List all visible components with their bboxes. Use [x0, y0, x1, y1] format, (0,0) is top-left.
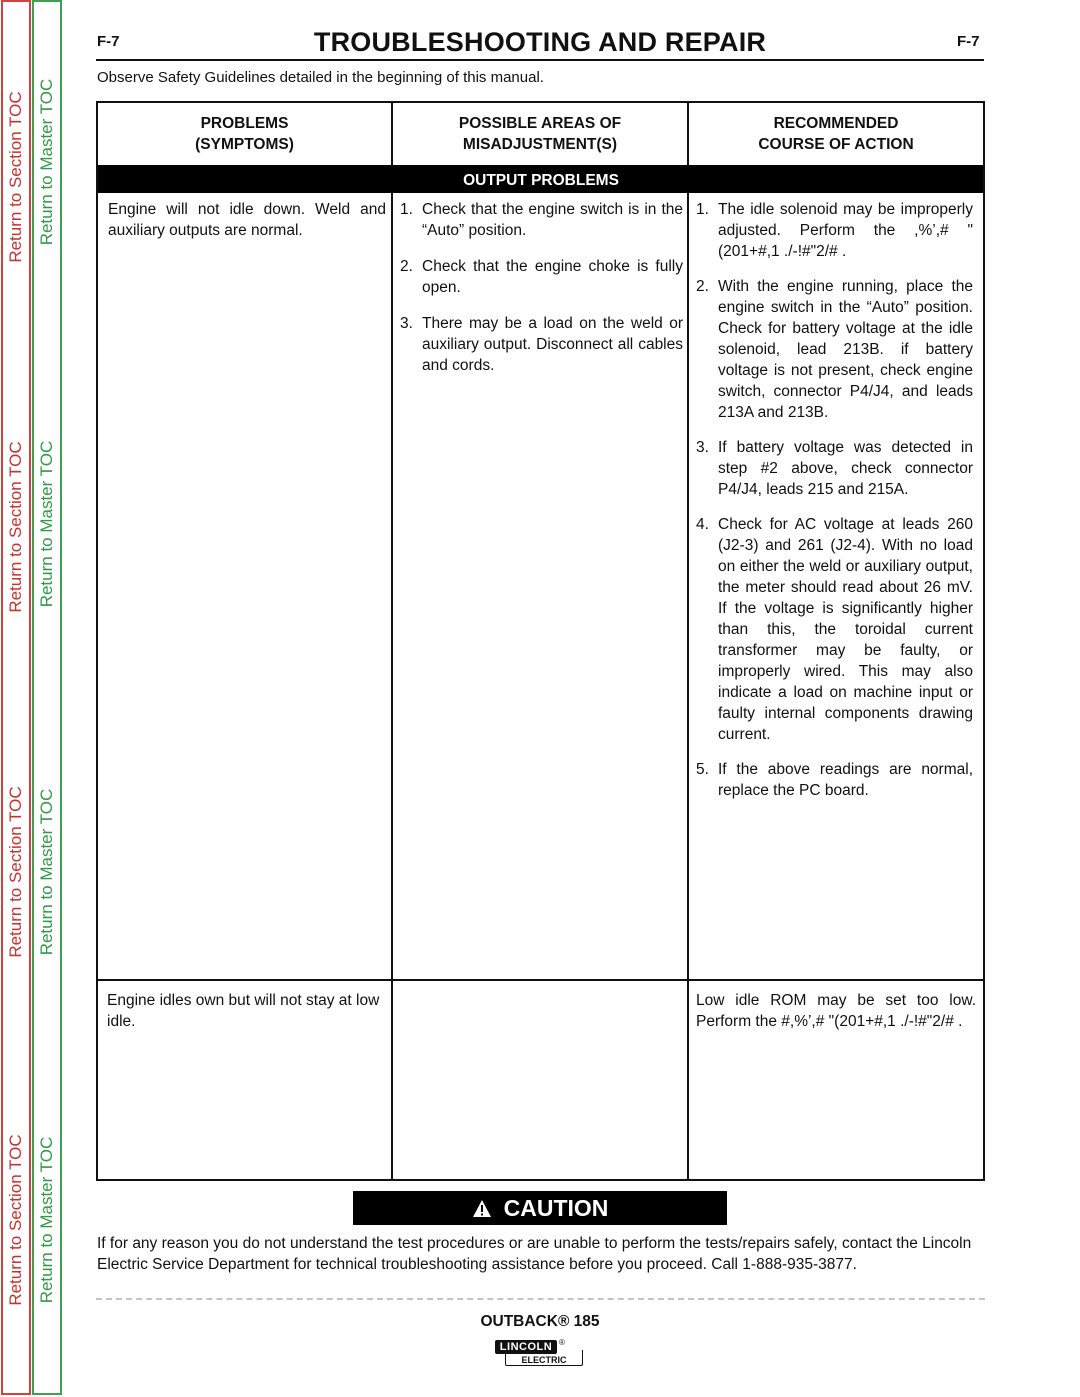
title-divider — [96, 59, 984, 61]
header-line: MISADJUSTMENT(S) — [462, 136, 618, 153]
step-text: Check that the engine choke is fully ope… — [422, 258, 683, 296]
step-number: 1. — [400, 201, 413, 218]
header-problems: PROBLEMS (SYMPTOMS) — [98, 113, 391, 155]
header-line: PROBLEMS — [200, 115, 289, 132]
warning-icon — [472, 1193, 492, 1228]
caution-text: If for any reason you do not understand … — [97, 1235, 972, 1273]
column-divider — [391, 103, 393, 1179]
return-to-master-toc-link[interactable]: Return to Master TOC — [37, 441, 57, 608]
section-band: OUTPUT PROBLEMS — [98, 165, 983, 193]
return-to-master-toc-link[interactable]: Return to Master TOC — [37, 79, 57, 246]
return-to-master-toc-link[interactable]: Return to Master TOC — [37, 789, 57, 956]
column-divider — [687, 103, 689, 1179]
lincoln-electric-logo: LINCOLN ® ELECTRIC — [495, 1338, 590, 1370]
areas-cell: 1. Check that the engine switch is in the… — [400, 199, 683, 391]
step-text: Check that the engine switch is in the “… — [422, 201, 683, 239]
step-text: Check for AC voltage at leads 260 (J2-3)… — [718, 516, 973, 743]
list-item: 3. There may be a load on the weld or aux… — [400, 313, 683, 376]
problem-cell: Engine will not idle down. Weld and auxi… — [108, 201, 386, 239]
master-toc-strip: Return to Master TOC Return to Master TO… — [32, 0, 62, 1395]
caution-label: CAUTION — [503, 1195, 609, 1221]
list-item: 4. Check for AC voltage at leads 260 (J2-… — [696, 514, 973, 745]
step-text: If the above readings are normal, replac… — [718, 761, 973, 799]
header-line: COURSE OF ACTION — [758, 136, 914, 153]
action-cell: Low idle ROM may be set too low. Perform… — [696, 992, 976, 1030]
logo-bottom: ELECTRIC — [505, 1350, 583, 1366]
problem-cell: Engine idles own but will not stay at lo… — [107, 992, 380, 1030]
step-text: With the engine running, place the engin… — [718, 278, 973, 421]
list-item: 5. If the above readings are normal, repl… — [696, 759, 973, 801]
step-number: 1. — [696, 201, 709, 218]
step-number: 2. — [400, 258, 413, 275]
header-recommended-action: RECOMMENDED COURSE OF ACTION — [689, 113, 983, 155]
step-number: 3. — [400, 315, 413, 332]
step-text: There may be a load on the weld or auxil… — [422, 315, 683, 374]
logo-registered-mark: ® — [559, 1338, 565, 1347]
return-to-section-toc-link[interactable]: Return to Section TOC — [6, 91, 26, 262]
header-possible-areas: POSSIBLE AREAS OF MISADJUSTMENT(S) — [393, 113, 687, 155]
list-item: 1. Check that the engine switch is in the… — [400, 199, 683, 241]
page-title: TROUBLESHOOTING AND REPAIR — [313, 27, 767, 57]
return-to-section-toc-link[interactable]: Return to Section TOC — [6, 441, 26, 612]
list-item: 1. The idle solenoid may be improperly ad… — [696, 199, 973, 262]
caution-banner: CAUTION — [353, 1191, 727, 1225]
troubleshooting-table: PROBLEMS (SYMPTOMS) POSSIBLE AREAS OF MI… — [96, 101, 985, 1181]
header-line: POSSIBLE AREAS OF — [458, 115, 622, 132]
action-cell: 1. The idle solenoid may be improperly ad… — [696, 199, 973, 815]
row-divider — [98, 979, 983, 981]
list-item: 3. If battery voltage was detected in ste… — [696, 437, 973, 500]
step-number: 5. — [696, 761, 709, 778]
return-to-section-toc-link[interactable]: Return to Section TOC — [6, 786, 26, 957]
step-number: 2. — [696, 278, 709, 295]
safety-note: Observe Safety Guidelines detailed in th… — [97, 69, 544, 86]
header-line: (SYMPTOMS) — [195, 136, 294, 153]
header-line: RECOMMENDED — [773, 115, 899, 132]
table-header-row: PROBLEMS (SYMPTOMS) POSSIBLE AREAS OF MI… — [98, 103, 983, 165]
section-title: OUTPUT PROBLEMS — [463, 172, 619, 189]
step-number: 3. — [696, 439, 709, 456]
return-to-master-toc-link[interactable]: Return to Master TOC — [37, 1137, 57, 1304]
list-item: 2. Check that the engine choke is fully o… — [400, 256, 683, 298]
step-number: 4. — [696, 516, 709, 533]
page-code-left: F-7 — [97, 33, 120, 50]
list-item: 2. With the engine running, place the eng… — [696, 276, 973, 423]
step-text: If battery voltage was detected in step … — [718, 439, 973, 498]
model-name: OUTBACK® 185 — [480, 1313, 600, 1330]
page-code-right: F-7 — [957, 33, 980, 50]
return-to-section-toc-link[interactable]: Return to Section TOC — [6, 1134, 26, 1305]
section-toc-strip: Return to Section TOC Return to Section … — [1, 0, 31, 1395]
footer-divider — [96, 1298, 985, 1300]
step-text: The idle solenoid may be improperly adju… — [718, 201, 973, 260]
